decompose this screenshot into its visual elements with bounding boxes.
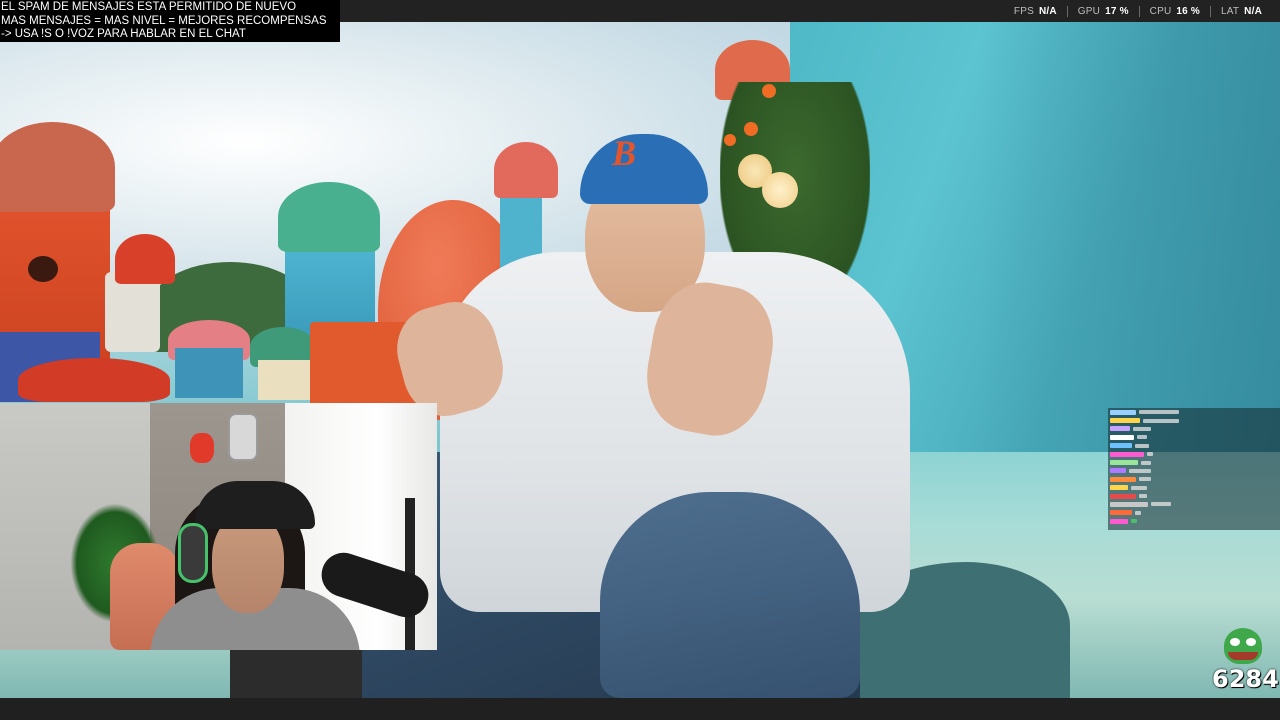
chat-text [1131, 519, 1137, 524]
chat-username [1110, 443, 1132, 449]
stat-lat-value: N/A [1244, 5, 1262, 17]
person-knee [600, 492, 860, 698]
chat-text [1143, 418, 1179, 423]
chat-text [1139, 477, 1151, 482]
chat-username [1110, 501, 1148, 507]
teal-tower-roof [278, 182, 380, 252]
chat-message [1108, 416, 1280, 424]
stat-gpu: GPU 17 % [1066, 5, 1139, 17]
chat-message [1108, 517, 1280, 525]
headset-icon [178, 523, 208, 583]
red-mushroom [18, 358, 170, 402]
chat-username [1110, 426, 1130, 432]
chat-message [1108, 509, 1280, 517]
cap-logo-icon: B [611, 133, 636, 173]
chat-username [1110, 409, 1136, 415]
chat-text [1151, 502, 1171, 507]
stat-gpu-value: 17 % [1105, 5, 1129, 17]
house-window [28, 256, 58, 282]
chat-username [1110, 468, 1126, 474]
chat-username [1110, 493, 1136, 499]
stat-fps: FPS N/A [1004, 6, 1067, 17]
chat-message [1108, 500, 1280, 508]
pepe-eye-icon [1246, 638, 1256, 646]
chat-username [1110, 485, 1128, 491]
red-house-roof [0, 122, 115, 212]
chat-username [1110, 510, 1132, 516]
chat-message [1108, 425, 1280, 433]
flower-5 [724, 134, 736, 146]
chat-text [1131, 485, 1147, 490]
stat-fps-label: FPS [1013, 5, 1034, 17]
chat-username [1110, 434, 1134, 440]
pepe-eye-icon [1230, 638, 1240, 646]
stat-cpu-label: CPU [1149, 5, 1172, 17]
secondary-cam-strip [230, 650, 362, 698]
small-house [105, 272, 160, 352]
chat-text [1135, 510, 1141, 515]
chat-rules-banner: EL SPAM DE MENSAJES ESTA PERMITIDO DE NU… [0, 0, 340, 42]
chat-message [1108, 484, 1280, 492]
cream-house [258, 360, 314, 400]
banner-line-1: EL SPAM DE MENSAJES ESTA PERMITIDO DE NU… [1, 1, 297, 13]
stat-lat-label: LAT [1220, 5, 1240, 17]
chat-username [1110, 418, 1140, 424]
chat-username [1110, 518, 1128, 524]
chat-message [1108, 467, 1280, 475]
chat-username [1110, 476, 1136, 482]
flower-2 [762, 172, 798, 208]
stat-cpu: CPU 16 % [1138, 5, 1210, 17]
stat-lat: LAT N/A [1209, 5, 1272, 17]
chat-overlay [1108, 408, 1280, 530]
streamer-webcam[interactable] [0, 403, 437, 650]
pink-house [175, 348, 243, 398]
small-house-roof [115, 234, 175, 284]
chat-message [1108, 450, 1280, 458]
chat-message [1108, 433, 1280, 441]
chat-username [1110, 451, 1144, 457]
chat-text [1137, 435, 1147, 440]
chat-message [1108, 492, 1280, 500]
chat-text [1141, 460, 1151, 465]
webcam-figurine [190, 433, 214, 463]
stat-gpu-label: GPU [1077, 5, 1101, 17]
flower-3 [744, 122, 758, 136]
blue-spire-roof [494, 142, 558, 198]
streamer-cap [195, 481, 315, 529]
banner-line-2: MAS MENSAJES = MAS NIVEL = MEJORES RECOM… [1, 14, 327, 27]
chat-message [1108, 408, 1280, 416]
chat-text [1129, 468, 1151, 473]
webcam-wall-clock [228, 413, 258, 461]
chat-text [1147, 452, 1153, 457]
banner-line-3: -> USA !S O !VOZ PARA HABLAR EN EL CHAT [1, 28, 246, 40]
chat-message [1108, 458, 1280, 466]
chat-message [1108, 475, 1280, 483]
stat-fps-value: N/A [1038, 5, 1057, 17]
chat-text [1139, 494, 1147, 499]
chat-text [1133, 426, 1151, 431]
stat-cpu-value: 16 % [1176, 5, 1200, 17]
chat-text [1139, 410, 1179, 415]
points-counter: 628415 [1212, 665, 1280, 693]
chat-message [1108, 442, 1280, 450]
pepe-mouth [1228, 652, 1258, 660]
stats-group: FPS N/A GPU 17 % CPU 16 % LAT N/A [1004, 0, 1272, 22]
chat-username [1110, 460, 1138, 466]
chat-text [1135, 443, 1149, 448]
bottom-bar [0, 698, 1280, 720]
flower-4 [762, 84, 776, 98]
